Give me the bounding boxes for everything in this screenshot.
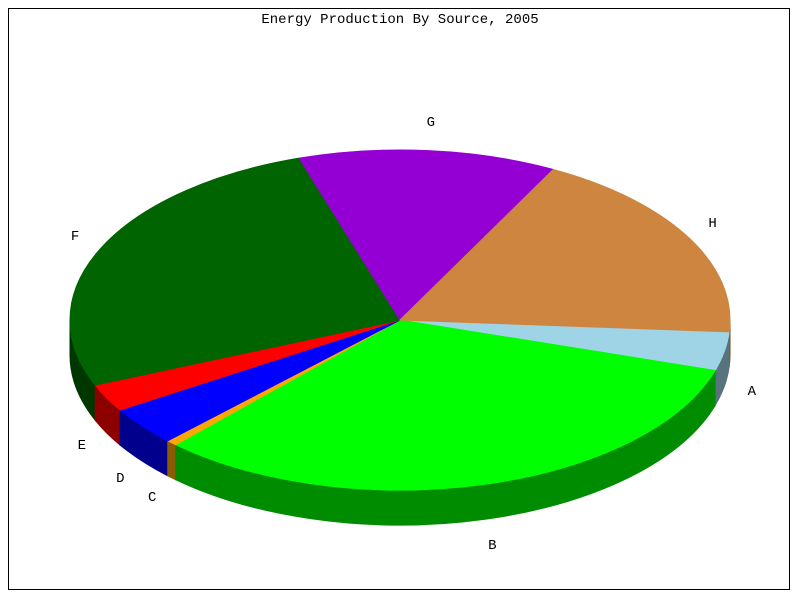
slice-label-f: F <box>71 229 79 245</box>
slice-label-g: G <box>427 115 435 131</box>
slice-label-d: D <box>116 471 124 487</box>
pie-chart <box>0 0 800 600</box>
slice-label-e: E <box>78 438 86 454</box>
slice-label-h: H <box>708 216 716 232</box>
slice-label-b: B <box>488 538 496 554</box>
slice-label-c: C <box>148 490 156 506</box>
slice-label-a: A <box>748 384 756 400</box>
